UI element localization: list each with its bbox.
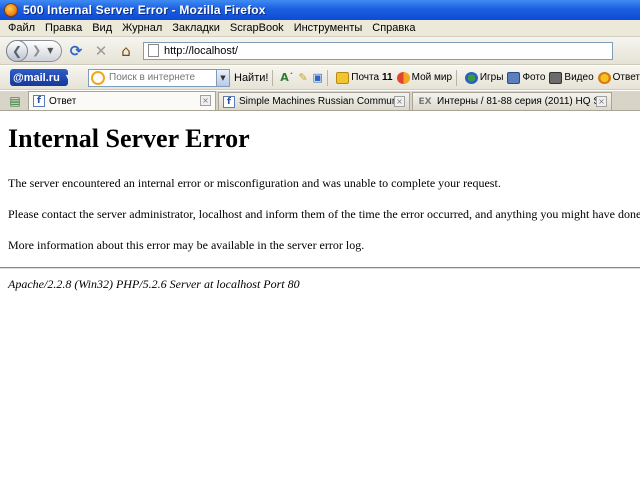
tab-smf-community[interactable]: f Simple Machines Russian Community - Г.… (218, 92, 410, 110)
error-page: Internal Server Error The server encount… (0, 112, 640, 292)
menu-file[interactable]: Файл (4, 22, 41, 34)
search-box: ▼ (88, 68, 230, 87)
font-size-icon[interactable]: A˙ (280, 71, 294, 85)
home-button[interactable]: ⌂ (115, 40, 137, 62)
search-dropdown-icon[interactable]: ▼ (216, 69, 229, 86)
page-title: Internal Server Error (8, 124, 250, 153)
search-input[interactable] (109, 72, 229, 83)
tab-answer[interactable]: f Ответ × (28, 91, 216, 110)
tab-label: Simple Machines Russian Community - Г... (239, 96, 397, 107)
smf-favicon-icon: f (33, 95, 45, 107)
video-icon (549, 71, 563, 84)
tab-interny[interactable]: EX Интерны / 81-88 серия (2011) HQ SA...… (412, 92, 612, 110)
url-text[interactable]: http://localhost/ (164, 45, 238, 57)
address-bar[interactable]: http://localhost/ (143, 41, 613, 60)
zoom-icon[interactable]: ▣ (312, 71, 324, 85)
page-icon (148, 44, 159, 57)
close-icon[interactable]: × (394, 96, 405, 107)
camera-icon (507, 71, 521, 84)
photo-label: Фото (522, 72, 546, 83)
tab-label: Интерны / 81-88 серия (2011) HQ SA... (437, 96, 601, 107)
answers-label: Ответ (612, 72, 640, 83)
games-button[interactable]: Игры (464, 71, 504, 84)
firefox-icon (4, 3, 18, 17)
close-icon[interactable]: × (200, 95, 211, 106)
mailru-toolbar: @mail.ru ▼ ▼ Найти! A˙ ✎ ▣ Почта 11 Мой … (0, 66, 640, 90)
toolbar-separator (327, 69, 329, 86)
envelope-icon (336, 71, 350, 84)
ex-favicon-icon: EX (418, 96, 432, 107)
mail-button[interactable]: Почта 11 (336, 71, 393, 84)
games-label: Игры (479, 72, 504, 83)
mail-label: Почта (351, 72, 380, 83)
error-message: The server encountered an internal error… (8, 176, 501, 190)
photo-button[interactable]: Фото (507, 71, 546, 84)
window-title: 500 Internal Server Error - Mozilla Fire… (23, 3, 266, 17)
menu-bookmarks[interactable]: Закладки (168, 22, 226, 34)
search-engine-icon[interactable] (91, 70, 105, 85)
menu-scrapbook[interactable]: ScrapBook (226, 22, 290, 34)
video-button[interactable]: Видео (549, 71, 594, 84)
navigation-toolbar: ❮ ❯ ▼ ⟳ ✕ ⌂ http://localhost/ (0, 37, 640, 65)
forward-button[interactable]: ❯ (32, 44, 41, 57)
answers-button[interactable]: Ответ (597, 71, 640, 84)
mail-count: 11 (382, 72, 393, 83)
divider (0, 267, 640, 269)
toolbar-separator (272, 69, 274, 86)
page-content: Internal Server Error The server encount… (0, 112, 640, 480)
log-message: More information about this error may be… (8, 238, 365, 252)
answers-icon (597, 71, 611, 84)
stop-button[interactable]: ✕ (90, 40, 112, 62)
toolbar-separator (456, 69, 457, 86)
back-forward-group: ❮ ❯ ▼ (6, 39, 62, 62)
back-button[interactable]: ❮ (6, 39, 28, 62)
mailru-logo: @mail.ru (13, 71, 60, 84)
video-label: Видео (564, 72, 594, 83)
chevron-down-icon: ▼ (65, 73, 72, 82)
mailru-logo-button[interactable]: @mail.ru ▼ (10, 69, 72, 86)
server-signature: Apache/2.2.8 (Win32) PHP/5.2.6 Server at… (8, 277, 300, 291)
menu-bar: Файл Правка Вид Журнал Закладки ScrapBoo… (0, 20, 640, 37)
highlighter-icon[interactable]: ✎ (297, 71, 309, 85)
menu-tools[interactable]: Инструменты (290, 22, 369, 34)
new-tab-icon[interactable]: ▤ (6, 92, 24, 110)
menu-view[interactable]: Вид (88, 22, 118, 34)
title-bar: 500 Internal Server Error - Mozilla Fire… (0, 0, 640, 20)
mymir-button[interactable]: Мой мир (396, 71, 453, 84)
menu-edit[interactable]: Правка (41, 22, 88, 34)
reload-button[interactable]: ⟳ (65, 40, 87, 62)
tab-label: Ответ (49, 95, 77, 107)
tab-bar: ▤ f Ответ × f Simple Machines Russian Co… (0, 91, 640, 111)
menu-help[interactable]: Справка (368, 22, 421, 34)
menu-history[interactable]: Журнал (118, 22, 168, 34)
contact-message: Please contact the server administrator,… (8, 207, 640, 221)
mymir-label: Мой мир (411, 72, 453, 83)
people-icon (396, 71, 410, 84)
smf-favicon-icon: f (223, 95, 235, 108)
games-icon (464, 71, 478, 84)
find-button[interactable]: Найти! (234, 72, 268, 84)
history-dropdown-icon[interactable]: ▼ (47, 46, 53, 55)
close-icon[interactable]: × (596, 96, 607, 107)
